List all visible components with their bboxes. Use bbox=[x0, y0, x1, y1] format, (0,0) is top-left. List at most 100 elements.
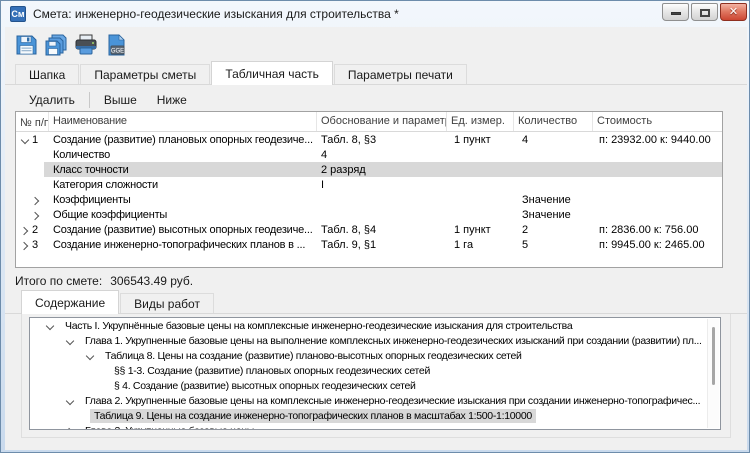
tree-item[interactable]: § 4. Создание (развитие) высотных опорны… bbox=[30, 378, 720, 393]
row-number: 2 bbox=[31, 224, 38, 236]
table-row[interactable]: Коэффициенты Значение bbox=[16, 192, 722, 207]
row-number: 1 bbox=[31, 134, 38, 146]
export-gge-icon: GGE bbox=[104, 33, 128, 57]
action-button[interactable]: Удалить bbox=[19, 91, 85, 109]
tree-item[interactable]: Глава 3. Укрупненные базовые цены... bbox=[30, 423, 720, 430]
cell-qty: 5 bbox=[514, 239, 593, 251]
total-value: 306543.49 руб. bbox=[110, 274, 193, 288]
titlebar[interactable]: См Смета: инженерно-геодезические изыска… bbox=[1, 1, 749, 27]
tree-item-label: § 4. Создание (развитие) высотных опорны… bbox=[110, 379, 420, 393]
cell-basis: I bbox=[317, 179, 447, 191]
export-gge-button[interactable]: GGE bbox=[103, 32, 128, 57]
tree-item[interactable]: Таблица 9. Цены на создание инженерно-то… bbox=[30, 408, 720, 423]
svg-text:GGE: GGE bbox=[110, 48, 123, 54]
expand-icon[interactable] bbox=[30, 194, 42, 206]
tree-item-label: §§ 1-3. Создание (развитие) плановых опо… bbox=[110, 364, 434, 378]
tab[interactable]: Параметры сметы bbox=[80, 64, 210, 85]
cell-basis: Табл. 8, §4 bbox=[317, 224, 447, 236]
cell-unit: 1 пункт bbox=[447, 224, 514, 236]
client-area: GGE Шапка Параметры сметыТабличная частьП… bbox=[5, 27, 747, 450]
app-window: См Смета: инженерно-геодезические изыска… bbox=[0, 0, 750, 453]
cell-cost: п: 9945.00 к: 2465.00 bbox=[593, 239, 722, 251]
tree-body: Часть I. Укрупнённые базовые цены на ком… bbox=[30, 318, 720, 430]
table-row[interactable]: 3 Создание инженерно-топографических пла… bbox=[16, 237, 722, 252]
tab-label: Шапка bbox=[29, 68, 65, 82]
minimize-button[interactable] bbox=[662, 3, 689, 21]
total-label: Итого по смете: bbox=[15, 274, 102, 288]
cell-name: Создание (развитие) высотных опорных гео… bbox=[49, 224, 317, 236]
cell-basis: Табл. 9, §1 bbox=[317, 239, 447, 251]
expand-icon[interactable] bbox=[64, 335, 81, 347]
table-row[interactable]: Категория сложности I bbox=[16, 177, 722, 192]
column-header-qty: Количество bbox=[514, 112, 593, 131]
table-body: 1 Создание (развитие) плановых опорных г… bbox=[16, 132, 722, 252]
cell-name: Создание инженерно-топографических плано… bbox=[49, 239, 317, 251]
tab[interactable]: Параметры печати bbox=[334, 64, 467, 85]
expand-icon[interactable] bbox=[64, 425, 81, 431]
tree-item-label: Часть I. Укрупнённые базовые цены на ком… bbox=[61, 319, 576, 333]
close-icon: ✕ bbox=[721, 5, 746, 18]
expand-icon[interactable] bbox=[30, 209, 42, 221]
tree-item[interactable]: Таблица 8. Цены на создание (развитие) п… bbox=[30, 348, 720, 363]
tab[interactable]: Виды работ bbox=[120, 293, 214, 314]
cell-qty: Значение bbox=[514, 209, 593, 221]
expand-icon[interactable] bbox=[44, 320, 61, 332]
cell-name: Коэффициенты bbox=[49, 194, 317, 206]
expand-icon[interactable] bbox=[19, 224, 31, 236]
maximize-icon bbox=[700, 9, 710, 17]
tree-item-label: Глава 2. Укрупненные базовые цены на ком… bbox=[81, 394, 704, 408]
cell-cost: п: 2836.00 к: 756.00 bbox=[593, 224, 722, 236]
app-icon: См bbox=[10, 6, 26, 22]
tree-item[interactable]: §§ 1-3. Создание (развитие) плановых опо… bbox=[30, 363, 720, 378]
cell-name: Создание (развитие) плановых опорных гео… bbox=[49, 134, 317, 146]
close-button[interactable]: ✕ bbox=[720, 3, 747, 21]
bottom-tab-bar: СодержаниеВиды работ bbox=[5, 290, 747, 314]
cell-cost: п: 23932.00 к: 9440.00 bbox=[593, 134, 722, 146]
action-button[interactable]: Ниже bbox=[147, 91, 197, 109]
tree-item[interactable]: Часть I. Укрупнённые базовые цены на ком… bbox=[30, 318, 720, 333]
window-title: Смета: инженерно-геодезические изыскания… bbox=[33, 7, 399, 21]
cell-qty: Значение bbox=[514, 194, 593, 206]
action-button[interactable]: Выше bbox=[94, 91, 147, 109]
tab[interactable]: Содержание bbox=[21, 290, 119, 314]
save-all-button[interactable] bbox=[43, 32, 68, 57]
cell-name: Класс точности bbox=[49, 164, 317, 176]
cell-name: Общие коэффициенты bbox=[49, 209, 317, 221]
cell-basis: 4 bbox=[317, 149, 447, 161]
tree-item-label: Глава 1. Укрупненные базовые цены на вып… bbox=[81, 334, 706, 348]
expand-icon[interactable] bbox=[30, 164, 42, 176]
table-row[interactable]: Класс точности 2 разряд bbox=[16, 162, 722, 177]
expand-icon[interactable] bbox=[30, 179, 42, 191]
cell-basis: Табл. 8, §3 bbox=[317, 134, 447, 146]
expand-icon[interactable] bbox=[64, 395, 81, 407]
tree-item-label: Таблица 9. Цены на создание инженерно-то… bbox=[90, 409, 536, 423]
tree-item-label: Глава 3. Укрупненные базовые цены... bbox=[81, 424, 266, 431]
expand-icon[interactable] bbox=[19, 239, 31, 251]
scrollbar-thumb[interactable] bbox=[712, 327, 715, 385]
row-number: 3 bbox=[31, 239, 38, 251]
cell-qty: 4 bbox=[514, 134, 593, 146]
cell-unit: 1 пункт bbox=[447, 134, 514, 146]
print-button[interactable] bbox=[73, 32, 98, 57]
table-row[interactable]: 2 Создание (развитие) высотных опорных г… bbox=[16, 222, 722, 237]
maximize-button[interactable] bbox=[691, 3, 718, 21]
tab-bar: Шапка Параметры сметыТабличная частьПарам… bbox=[5, 61, 747, 85]
table-row[interactable]: 1 Создание (развитие) плановых опорных г… bbox=[16, 132, 722, 147]
table-row[interactable]: Общие коэффициенты Значение bbox=[16, 207, 722, 222]
tab[interactable]: Шапка bbox=[15, 64, 79, 85]
column-header-name: Наименование bbox=[49, 112, 317, 131]
table-row[interactable]: Количество 4 bbox=[16, 147, 722, 162]
expand-icon[interactable] bbox=[19, 134, 31, 146]
save-all-icon bbox=[44, 33, 68, 57]
expand-icon[interactable] bbox=[30, 149, 42, 161]
cell-name: Количество bbox=[49, 149, 317, 161]
column-header-num: № п/п bbox=[16, 112, 49, 131]
column-header-unit: Ед. измер. bbox=[447, 112, 514, 131]
column-header-cost: Стоимость bbox=[593, 112, 722, 131]
tree-item[interactable]: Глава 1. Укрупненные базовые цены на вып… bbox=[30, 333, 720, 348]
expand-icon[interactable] bbox=[84, 350, 101, 362]
tree-scrollbar[interactable] bbox=[707, 319, 719, 428]
tree-item[interactable]: Глава 2. Укрупненные базовые цены на ком… bbox=[30, 393, 720, 408]
tab[interactable]: Табличная часть bbox=[211, 61, 333, 85]
save-button[interactable] bbox=[13, 32, 38, 57]
